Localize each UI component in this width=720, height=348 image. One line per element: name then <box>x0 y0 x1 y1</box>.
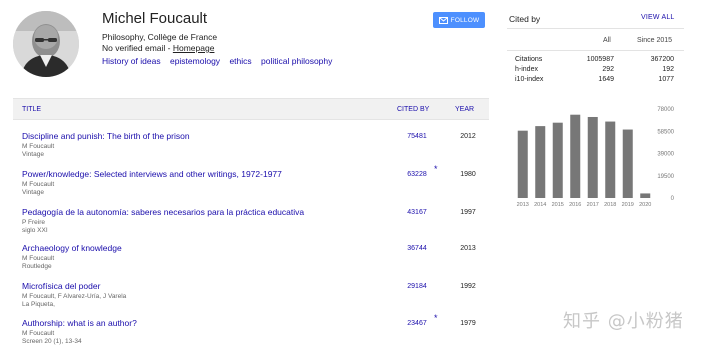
stat-since: 367200 <box>650 56 674 63</box>
merged-marker: * <box>434 164 438 174</box>
article-year: 1979 <box>460 320 476 327</box>
divider <box>507 50 684 51</box>
y-tick-label: 78000 <box>657 107 674 113</box>
x-tick-label: 2015 <box>552 202 564 208</box>
profile-email-line: No verified email - Homepage <box>102 43 214 53</box>
cited-by-count[interactable]: 63228 <box>401 171 433 178</box>
y-tick-label: 39000 <box>657 152 674 158</box>
article-venue: Routledge <box>22 263 52 270</box>
article-year: 1997 <box>460 209 476 216</box>
divider <box>507 28 684 29</box>
table-row: Archaeology of knowledge M Foucault Rout… <box>13 243 489 281</box>
article-authors: M Foucault <box>22 143 55 150</box>
article-authors: M Foucault <box>22 255 55 262</box>
articles-table-header: TITLE CITED BY YEAR <box>13 98 489 120</box>
citation-bar-2019[interactable] <box>622 129 633 198</box>
article-authors: M Foucault <box>22 330 55 337</box>
citation-bar-2015[interactable] <box>552 122 563 198</box>
stats-col-since: Since 2015 <box>637 37 673 44</box>
citation-bar-2020[interactable] <box>640 193 651 198</box>
interest-link[interactable]: epistemology <box>170 56 220 66</box>
table-row: Authorship: what is an author? M Foucaul… <box>13 313 489 348</box>
interest-link[interactable]: political philosophy <box>261 56 332 66</box>
y-tick-label: 58500 <box>657 129 674 135</box>
cited-by-count[interactable]: 29184 <box>401 283 433 290</box>
follow-button[interactable]: FOLLOW <box>433 12 485 28</box>
article-title-link[interactable]: Microfísica del poder <box>22 281 100 291</box>
cited-by-count[interactable]: 75481 <box>401 133 433 140</box>
citation-bar-2017[interactable] <box>587 116 598 198</box>
envelope-icon <box>438 16 448 24</box>
x-tick-label: 2018 <box>604 202 616 208</box>
article-venue: Vintage <box>22 151 44 158</box>
follow-label: FOLLOW <box>450 16 480 24</box>
article-title-link[interactable]: Authorship: what is an author? <box>22 318 137 328</box>
citation-bar-2013[interactable] <box>517 130 528 198</box>
stat-label: h-index <box>515 66 538 73</box>
article-venue: Screen 20 (1), 13-34 <box>22 338 82 345</box>
stat-all: 292 <box>602 66 614 73</box>
article-venue: siglo XXI <box>22 227 48 234</box>
profile-affiliation: Philosophy, Collège de France <box>102 32 218 42</box>
interest-link[interactable]: History of ideas <box>102 56 161 66</box>
sort-by-cited[interactable]: CITED BY <box>397 106 429 113</box>
article-year: 1992 <box>460 283 476 290</box>
article-authors: P Freire <box>22 219 45 226</box>
citations-bar-chart: 2013 2014 2015 2016 2017 2018 2019 2020 78000 585… <box>517 107 675 208</box>
y-tick-label: 0 <box>671 196 675 202</box>
article-authors: M Foucault, F Alvarez-Uría, J Varela <box>22 293 127 300</box>
view-all-link[interactable]: VIEW ALL <box>641 14 675 21</box>
cited-by-count[interactable]: 43167 <box>401 209 433 216</box>
article-year: 2013 <box>460 245 476 252</box>
stat-label: i10-index <box>515 76 544 83</box>
citation-bar-2018[interactable] <box>605 121 616 198</box>
profile-name: Michel Foucault <box>102 10 208 27</box>
table-row: Pedagogía de la autonomía: saberes neces… <box>13 207 489 245</box>
stat-all: 1649 <box>598 76 614 83</box>
x-tick-label: 2014 <box>534 202 546 208</box>
table-row: Power/knowledge: Selected interviews and… <box>13 164 489 207</box>
article-venue: La Piqueta, <box>22 301 55 308</box>
x-tick-label: 2019 <box>622 202 634 208</box>
interest-link[interactable]: ethics <box>229 56 251 66</box>
article-title-link[interactable]: Pedagogía de la autonomía: saberes neces… <box>22 207 304 217</box>
article-year: 2012 <box>460 133 476 140</box>
x-tick-label: 2013 <box>517 202 529 208</box>
article-authors: M Foucault <box>22 181 55 188</box>
homepage-link[interactable]: Homepage <box>173 43 215 53</box>
sort-by-year[interactable]: YEAR <box>455 106 474 113</box>
stat-all: 1005987 <box>586 56 614 63</box>
avatar <box>13 11 79 77</box>
stats-col-all: All <box>603 37 611 44</box>
article-year: 1980 <box>460 171 476 178</box>
watermark: 知乎 @小粉猪 <box>563 311 684 332</box>
x-tick-label: 2020 <box>639 202 651 208</box>
cited-by-count[interactable]: 36744 <box>401 245 433 252</box>
citation-bar-2014[interactable] <box>535 126 546 198</box>
article-title-link[interactable]: Discipline and punish: The birth of the … <box>22 131 190 141</box>
stat-label: Citations <box>515 56 543 63</box>
table-row: Microfísica del poder M Foucault, F Alva… <box>13 281 489 319</box>
citation-bar-2016[interactable] <box>570 114 581 198</box>
merged-marker: * <box>434 313 438 323</box>
article-title-link[interactable]: Power/knowledge: Selected interviews and… <box>22 169 282 179</box>
sort-by-title[interactable]: TITLE <box>22 106 41 113</box>
cited-by-count[interactable]: 23467 <box>401 320 433 327</box>
research-interests: History of ideas epistemology ethics pol… <box>102 56 339 66</box>
cited-by-heading: Cited by <box>509 14 541 24</box>
y-tick-label: 19500 <box>657 174 674 180</box>
x-tick-label: 2017 <box>587 202 599 208</box>
x-tick-label: 2016 <box>569 202 581 208</box>
profile-photo <box>13 11 79 77</box>
article-title-link[interactable]: Archaeology of knowledge <box>22 243 122 253</box>
stat-since: 1077 <box>658 76 674 83</box>
email-status: No verified email - <box>102 43 173 53</box>
article-venue: Vintage <box>22 189 44 196</box>
table-row: Discipline and punish: The birth of the … <box>13 131 489 169</box>
stat-since: 192 <box>662 66 674 73</box>
